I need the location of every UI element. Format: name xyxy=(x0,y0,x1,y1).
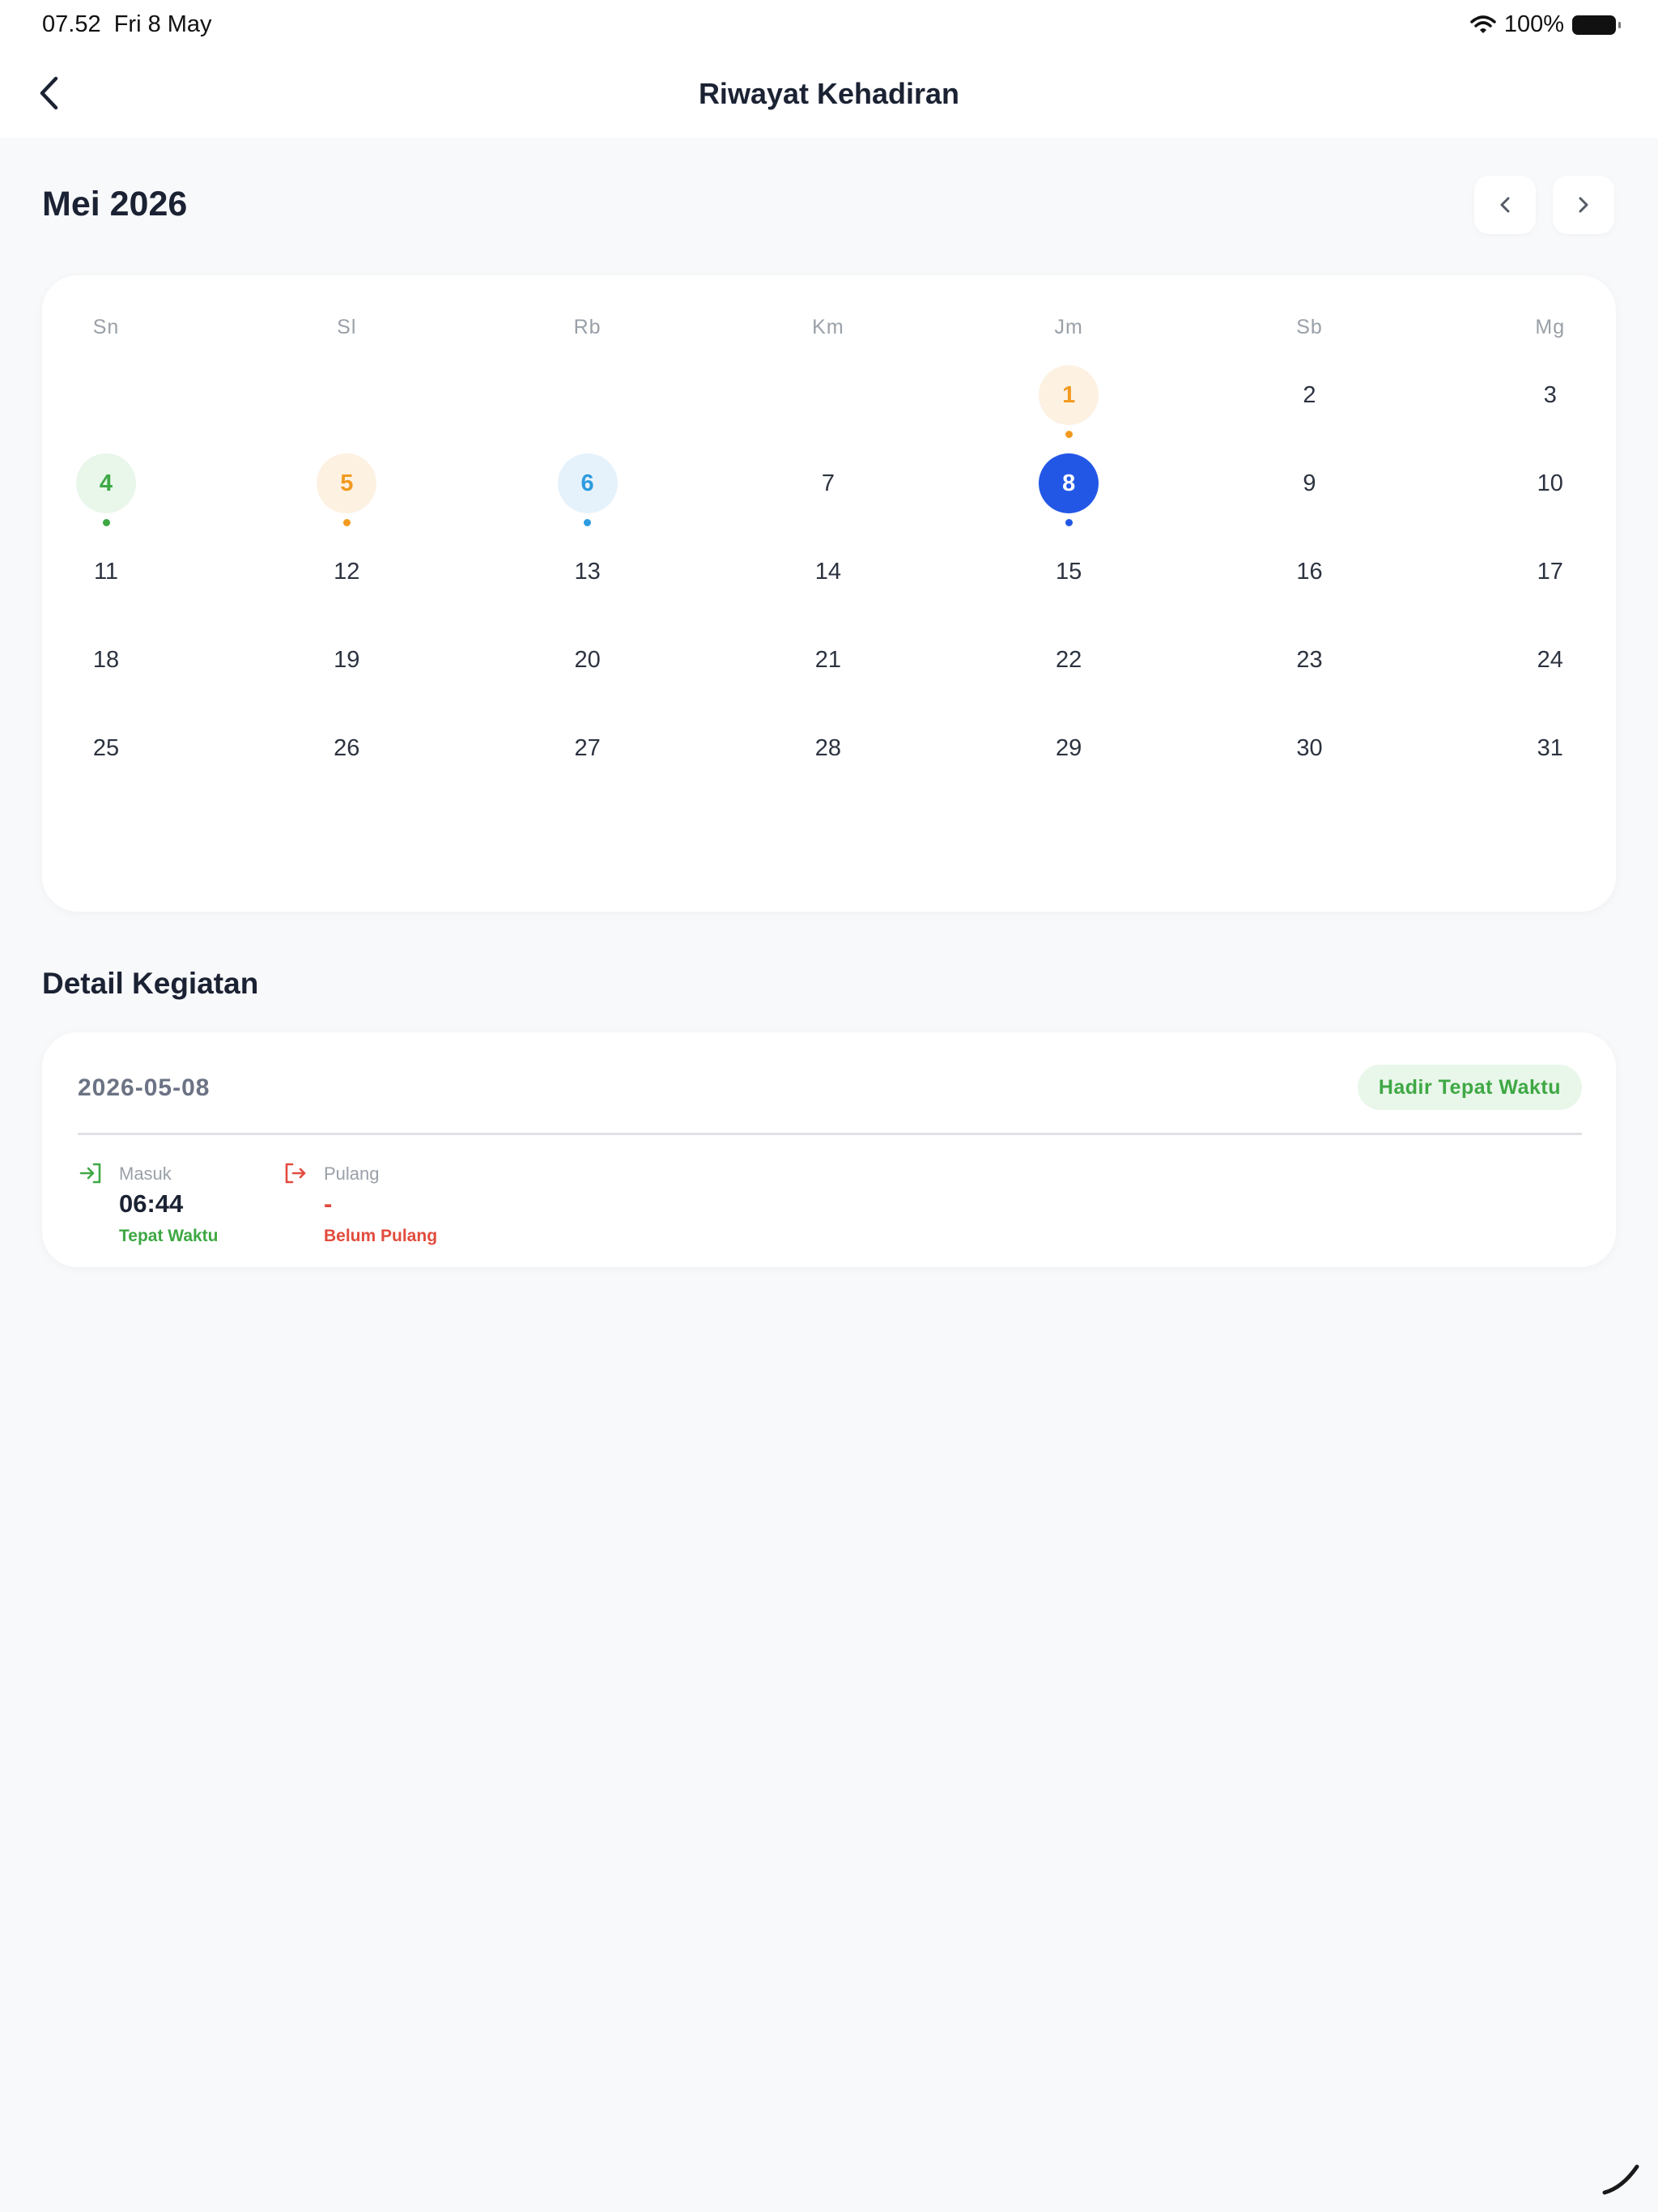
attendance-dot xyxy=(102,519,110,526)
attendance-dot xyxy=(1065,431,1073,438)
page-title: Riwayat Kehadiran xyxy=(698,77,960,110)
calendar-day[interactable]: 20 xyxy=(558,630,618,690)
weekday-header: Sb xyxy=(1296,316,1323,338)
activity-detail-card[interactable]: 2026-05-08 Hadir Tepat Waktu Masuk 06:44… xyxy=(42,1032,1616,1267)
check-in-note: Tepat Waktu xyxy=(119,1227,219,1245)
detail-section-title: Detail Kegiatan xyxy=(42,967,259,1000)
status-indicators: 100% xyxy=(1470,11,1621,38)
calendar-day[interactable]: 29 xyxy=(1039,718,1099,778)
calendar-day[interactable]: 12 xyxy=(317,542,376,602)
calendar-day[interactable]: 24 xyxy=(1520,630,1580,690)
calendar-card: Sn Sl Rb Km Jm Sb Mg 1 2 3 4 5 6 7 8 9 10 11 12 13 14 15 16 17 1… xyxy=(42,275,1616,912)
weekday-header: Mg xyxy=(1535,316,1566,338)
calendar-day[interactable]: 27 xyxy=(558,718,618,778)
check-out-time: - xyxy=(324,1189,333,1218)
login-icon xyxy=(79,1163,101,1184)
calendar-day[interactable]: 19 xyxy=(317,630,376,690)
next-month-button[interactable] xyxy=(1553,176,1614,234)
battery-percent: 100% xyxy=(1503,11,1564,37)
prev-month-button[interactable] xyxy=(1474,176,1536,234)
calendar-day[interactable]: 17 xyxy=(1520,542,1580,602)
calendar-day[interactable]: 9 xyxy=(1280,453,1340,513)
calendar-day[interactable]: 16 xyxy=(1280,542,1340,602)
calendar-day[interactable]: 4 xyxy=(76,453,136,513)
calendar-day[interactable]: 13 xyxy=(558,542,618,602)
attendance-dot xyxy=(1065,519,1073,526)
month-label: Mei 2026 xyxy=(42,185,188,223)
calendar-day[interactable]: 7 xyxy=(798,453,858,513)
status-time-date: 07.52 Fri 8 May xyxy=(42,11,212,38)
calendar-day[interactable]: 31 xyxy=(1520,718,1580,778)
calendar-day[interactable]: 30 xyxy=(1280,718,1340,778)
check-out-note: Belum Pulang xyxy=(324,1227,438,1245)
calendar-day[interactable]: 25 xyxy=(76,718,136,778)
weekday-header: Sn xyxy=(92,316,120,338)
scribble-indicator-icon xyxy=(1602,2164,1639,2195)
chevron-right-icon xyxy=(1579,197,1588,213)
weekday-header: Rb xyxy=(573,316,602,338)
check-in-label: Masuk xyxy=(119,1163,172,1184)
calendar-day[interactable]: 21 xyxy=(798,630,858,690)
calendar-day[interactable]: 22 xyxy=(1039,630,1099,690)
check-in-time: 06:44 xyxy=(119,1189,184,1218)
weekday-header: Jm xyxy=(1054,316,1083,338)
status-badge: Hadir Tepat Waktu xyxy=(1357,1065,1582,1110)
calendar-day[interactable]: 8 xyxy=(1039,453,1099,513)
calendar-day[interactable]: 14 xyxy=(798,542,858,602)
weekday-header: Km xyxy=(812,316,844,338)
attendance-dot xyxy=(584,519,592,526)
logout-icon xyxy=(285,1163,306,1184)
calendar-day[interactable]: 6 xyxy=(557,453,618,513)
calendar-day[interactable]: 1 xyxy=(1039,365,1099,425)
status-date: Fri 8 May xyxy=(113,11,212,37)
divider xyxy=(78,1133,1582,1135)
calendar-day[interactable]: 15 xyxy=(1039,542,1099,602)
calendar-day[interactable]: 28 xyxy=(798,718,858,778)
calendar-day[interactable]: 2 xyxy=(1280,365,1340,425)
check-out-label: Pulang xyxy=(324,1163,380,1184)
calendar-day[interactable]: 18 xyxy=(76,630,136,690)
weekday-header: Sl xyxy=(337,316,357,338)
calendar-day[interactable]: 5 xyxy=(317,453,377,513)
detail-date: 2026-05-08 xyxy=(78,1074,210,1101)
wifi-icon xyxy=(1470,15,1496,33)
calendar-day[interactable]: 10 xyxy=(1520,453,1580,513)
calendar-day[interactable]: 23 xyxy=(1280,630,1340,690)
calendar-day[interactable]: 11 xyxy=(76,542,136,602)
calendar-day[interactable]: 26 xyxy=(317,718,376,778)
calendar-day[interactable]: 3 xyxy=(1520,365,1580,425)
battery-icon xyxy=(1572,15,1621,35)
chevron-left-icon xyxy=(1500,197,1510,213)
attendance-dot xyxy=(342,519,351,526)
status-time: 07.52 xyxy=(42,11,101,37)
top-bar: 07.52 Fri 8 May 100% Riwayat Kehadiran xyxy=(0,0,1658,138)
